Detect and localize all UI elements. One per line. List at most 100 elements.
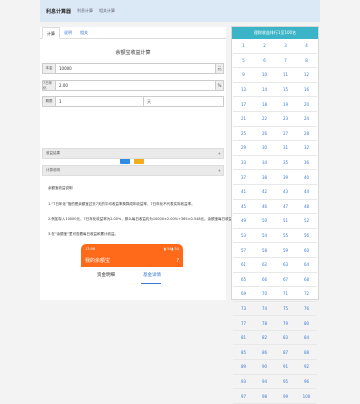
ranking-link[interactable]: 75: [275, 302, 296, 317]
ranking-link[interactable]: 98: [254, 389, 275, 404]
ranking-link[interactable]: 99: [275, 389, 296, 404]
ranking-link[interactable]: 61: [233, 258, 254, 273]
ranking-link[interactable]: 49: [233, 214, 254, 229]
ranking-link[interactable]: 41: [233, 185, 254, 200]
ranking-link[interactable]: 37: [233, 170, 254, 185]
ranking-link[interactable]: 15: [275, 83, 296, 98]
ranking-link[interactable]: 63: [275, 258, 296, 273]
nav-link-interest[interactable]: 利息计算: [77, 8, 93, 14]
ranking-link[interactable]: 10: [254, 68, 275, 83]
ranking-link[interactable]: 51: [275, 214, 296, 229]
ranking-link[interactable]: 81: [233, 331, 254, 346]
ranking-link[interactable]: 78: [254, 316, 275, 331]
ranking-link[interactable]: 84: [296, 331, 317, 346]
expand-icon[interactable]: +: [218, 168, 221, 173]
ranking-link[interactable]: 33: [233, 156, 254, 171]
ranking-link[interactable]: 9: [233, 68, 254, 83]
ranking-link[interactable]: 8: [296, 54, 317, 69]
ranking-link[interactable]: 11: [275, 68, 296, 83]
ranking-link[interactable]: 46: [254, 200, 275, 215]
ranking-link[interactable]: 68: [296, 273, 317, 288]
ranking-link[interactable]: 19: [275, 97, 296, 112]
ranking-link[interactable]: 16: [296, 83, 317, 98]
ranking-link[interactable]: 89: [233, 360, 254, 375]
explain-panel-header[interactable]: 计算说明 +: [42, 165, 224, 176]
ranking-link[interactable]: 83: [275, 331, 296, 346]
rate-field[interactable]: 7日年化 2.00 %: [42, 80, 224, 91]
ranking-link[interactable]: 30: [254, 141, 275, 156]
ranking-link[interactable]: 43: [275, 185, 296, 200]
ranking-link[interactable]: 45: [233, 200, 254, 215]
ranking-link[interactable]: 90: [254, 360, 275, 375]
ranking-link[interactable]: 76: [296, 302, 317, 317]
ranking-link[interactable]: 67: [275, 273, 296, 288]
ranking-link[interactable]: 65: [233, 273, 254, 288]
ranking-link[interactable]: 50: [254, 214, 275, 229]
ranking-link[interactable]: 28: [296, 127, 317, 142]
ranking-link[interactable]: 36: [296, 156, 317, 171]
ranking-link[interactable]: 24: [296, 112, 317, 127]
ranking-link[interactable]: 31: [275, 141, 296, 156]
ranking-link[interactable]: 95: [275, 375, 296, 390]
ranking-link[interactable]: 54: [254, 229, 275, 244]
ranking-link[interactable]: 100: [296, 389, 317, 404]
ranking-link[interactable]: 80: [296, 316, 317, 331]
ranking-link[interactable]: 25: [233, 127, 254, 142]
tab-related[interactable]: 相关: [76, 27, 92, 38]
ranking-link[interactable]: 52: [296, 214, 317, 229]
tab-explain[interactable]: 说明: [60, 27, 76, 38]
ranking-link[interactable]: 97: [233, 389, 254, 404]
ranking-link[interactable]: 32: [296, 141, 317, 156]
ranking-link[interactable]: 12: [296, 68, 317, 83]
ranking-link[interactable]: 66: [254, 273, 275, 288]
ranking-link[interactable]: 69: [233, 287, 254, 302]
tab-calculate[interactable]: 计算: [42, 27, 60, 39]
ranking-link[interactable]: 22: [254, 112, 275, 127]
ranking-link[interactable]: 20: [296, 97, 317, 112]
ranking-link[interactable]: 85: [233, 345, 254, 361]
ranking-link[interactable]: 72: [296, 287, 317, 302]
ranking-link[interactable]: 53: [233, 229, 254, 244]
ranking-link[interactable]: 14: [254, 83, 275, 98]
ranking-link[interactable]: 29: [233, 141, 254, 156]
ranking-link[interactable]: 62: [254, 258, 275, 273]
ranking-link[interactable]: 34: [254, 156, 275, 171]
nav-link-related[interactable]: 相关计算: [99, 8, 115, 14]
expand-icon[interactable]: +: [218, 151, 221, 156]
ranking-link[interactable]: 44: [296, 185, 317, 200]
ranking-link[interactable]: 39: [275, 170, 296, 185]
ranking-link[interactable]: 71: [275, 287, 296, 302]
result-panel-header[interactable]: 收益结果 +: [42, 148, 224, 159]
ranking-link[interactable]: 5: [233, 54, 254, 69]
ranking-link[interactable]: 73: [233, 302, 254, 317]
ranking-link[interactable]: 17: [233, 97, 254, 112]
ranking-link[interactable]: 77: [233, 316, 254, 331]
ranking-link[interactable]: 40: [296, 170, 317, 185]
ranking-link[interactable]: 82: [254, 331, 275, 346]
ranking-link[interactable]: 7: [275, 54, 296, 69]
ranking-link[interactable]: 42: [254, 185, 275, 200]
ranking-link[interactable]: 26: [254, 127, 275, 142]
principal-field[interactable]: 本金 10000 元: [42, 63, 224, 74]
ranking-link[interactable]: 79: [275, 316, 296, 331]
ranking-link[interactable]: 23: [275, 112, 296, 127]
ranking-link[interactable]: 93: [233, 375, 254, 390]
ranking-link[interactable]: 35: [275, 156, 296, 171]
ranking-link[interactable]: 96: [296, 375, 317, 390]
ranking-link[interactable]: 86: [254, 345, 275, 361]
ranking-link[interactable]: 2: [254, 39, 275, 54]
ranking-link[interactable]: 74: [254, 302, 275, 317]
ranking-link[interactable]: 4: [296, 39, 317, 54]
ranking-link[interactable]: 18: [254, 97, 275, 112]
ranking-link[interactable]: 21: [233, 112, 254, 127]
ranking-link[interactable]: 91: [275, 360, 296, 375]
ranking-link[interactable]: 94: [254, 375, 275, 390]
ranking-link[interactable]: 13: [233, 83, 254, 98]
ranking-link[interactable]: 60: [296, 243, 317, 258]
ranking-link[interactable]: 88: [296, 345, 317, 361]
ranking-link[interactable]: 59: [275, 243, 296, 258]
period-unit-select[interactable]: 天: [143, 97, 223, 106]
ranking-link[interactable]: 38: [254, 170, 275, 185]
ranking-link[interactable]: 92: [296, 360, 317, 375]
ranking-link[interactable]: 58: [254, 243, 275, 258]
